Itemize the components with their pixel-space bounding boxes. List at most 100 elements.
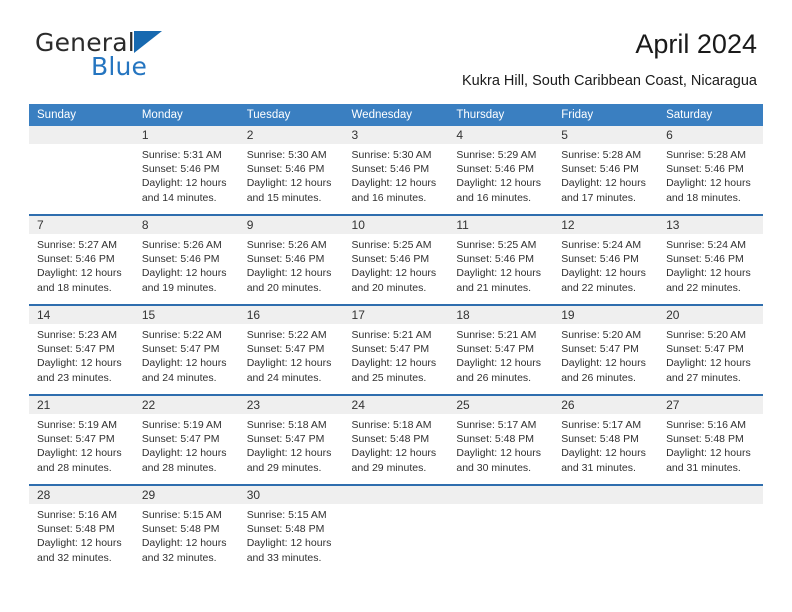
daylight-duration-line2: and 19 minutes.: [141, 281, 217, 294]
day-details: Sunrise: 5:19 AM Sunset: 5:47 PM Daylight:…: [29, 414, 134, 484]
calendar-day-cell-empty: [29, 126, 134, 215]
sunrise-time: Sunrise: 5:24 AM: [561, 239, 642, 251]
page-header: General Blue April 2024 Kukra Hill, Sout…: [35, 28, 757, 98]
calendar-day-cell[interactable]: 25 Sunrise: 5:17 AM Sunset: 5:48 PM Dayligh…: [448, 394, 554, 485]
sunrise-time: Sunrise: 5:31 AM: [141, 149, 222, 161]
calendar-day-cell[interactable]: 19 Sunrise: 5:20 AM Sunset: 5:47 PM Dayligh…: [553, 304, 659, 395]
sunrise-time: Sunrise: 5:21 AM: [351, 329, 432, 341]
sunrise-time: Sunrise: 5:29 AM: [456, 149, 537, 161]
sunset-time: Sunset: 5:46 PM: [246, 253, 325, 266]
day-details: Sunrise: 5:17 AM Sunset: 5:48 PM Daylight:…: [448, 414, 553, 484]
calendar-day-cell[interactable]: 2 Sunrise: 5:30 AM Sunset: 5:46 PM Daylight…: [238, 126, 344, 215]
day-details: Sunrise: 5:16 AM Sunset: 5:48 PM Daylight:…: [29, 504, 134, 574]
day-number: 6: [658, 126, 763, 144]
daylight-duration-line2: and 21 minutes.: [456, 281, 532, 294]
sunrise-time: Sunrise: 5:26 AM: [141, 239, 222, 251]
daylight-duration-line1: Daylight: 12 hours: [456, 177, 542, 190]
calendar-day-cell[interactable]: 1 Sunrise: 5:31 AM Sunset: 5:46 PM Daylight…: [133, 126, 239, 215]
daylight-duration-line1: Daylight: 12 hours: [246, 447, 332, 460]
day-details: Sunrise: 5:17 AM Sunset: 5:48 PM Daylight:…: [553, 414, 658, 484]
daylight-duration-line2: and 33 minutes.: [246, 551, 322, 564]
daylight-duration-line2: and 26 minutes.: [456, 371, 532, 384]
calendar-day-cell[interactable]: 28 Sunrise: 5:16 AM Sunset: 5:48 PM Dayligh…: [29, 484, 134, 574]
calendar-day-cell-empty: [448, 484, 554, 574]
daylight-duration-line1: Daylight: 12 hours: [351, 447, 437, 460]
calendar-week-row: 1 Sunrise: 5:31 AM Sunset: 5:46 PM Daylight…: [29, 126, 763, 215]
day-details: Sunrise: 5:16 AM Sunset: 5:48 PM Daylight:…: [658, 414, 763, 484]
sunset-time: Sunset: 5:47 PM: [666, 343, 744, 356]
day-details: Sunrise: 5:30 AM Sunset: 5:46 PM Daylight:…: [344, 144, 449, 214]
daylight-duration-line1: Daylight: 12 hours: [666, 357, 751, 370]
daylight-duration-line2: and 18 minutes.: [37, 281, 112, 294]
day-number: 15: [133, 306, 239, 324]
day-number: [29, 126, 134, 144]
day-details: [658, 504, 763, 574]
daylight-duration-line2: and 20 minutes.: [351, 281, 427, 294]
calendar-day-cell[interactable]: 26 Sunrise: 5:17 AM Sunset: 5:48 PM Dayligh…: [553, 394, 659, 485]
calendar-day-cell[interactable]: 14 Sunrise: 5:23 AM Sunset: 5:47 PM Dayligh…: [29, 304, 134, 395]
sunset-time: Sunset: 5:47 PM: [561, 343, 639, 356]
calendar-day-cell[interactable]: 5 Sunrise: 5:28 AM Sunset: 5:46 PM Daylight…: [553, 126, 659, 215]
sunrise-time: Sunrise: 5:18 AM: [246, 419, 327, 431]
calendar-day-cell[interactable]: 24 Sunrise: 5:18 AM Sunset: 5:48 PM Dayligh…: [343, 394, 449, 485]
calendar-day-cell[interactable]: 8 Sunrise: 5:26 AM Sunset: 5:46 PM Daylight…: [133, 214, 239, 305]
daylight-duration-line2: and 32 minutes.: [37, 551, 112, 564]
daylight-duration-line1: Daylight: 12 hours: [351, 177, 437, 190]
weekday-header-wednesday: Wednesday: [343, 104, 449, 126]
day-number: [448, 486, 554, 504]
sunset-time: Sunset: 5:48 PM: [246, 523, 325, 536]
day-number: 13: [658, 216, 763, 234]
day-details: Sunrise: 5:20 AM Sunset: 5:47 PM Daylight:…: [658, 324, 763, 394]
weekday-header-saturday: Saturday: [658, 104, 763, 126]
calendar-page: General Blue April 2024 Kukra Hill, Sout…: [0, 0, 792, 612]
day-details: Sunrise: 5:23 AM Sunset: 5:47 PM Daylight:…: [29, 324, 134, 394]
sunset-time: Sunset: 5:48 PM: [141, 523, 220, 536]
calendar-day-cell[interactable]: 22 Sunrise: 5:19 AM Sunset: 5:47 PM Dayligh…: [133, 394, 239, 485]
sunset-time: Sunset: 5:47 PM: [37, 343, 115, 356]
day-number: 5: [553, 126, 659, 144]
page-subtitle: Kukra Hill, South Caribbean Coast, Nicar…: [462, 73, 757, 89]
calendar-day-cell[interactable]: 4 Sunrise: 5:29 AM Sunset: 5:46 PM Daylight…: [448, 126, 554, 215]
daylight-duration-line2: and 16 minutes.: [351, 191, 427, 204]
daylight-duration-line1: Daylight: 12 hours: [141, 447, 227, 460]
page-title: April 2024: [635, 29, 757, 59]
day-details: Sunrise: 5:26 AM Sunset: 5:46 PM Daylight:…: [239, 234, 344, 304]
calendar-day-cell[interactable]: 3 Sunrise: 5:30 AM Sunset: 5:46 PM Daylight…: [343, 126, 449, 215]
calendar-day-cell[interactable]: 9 Sunrise: 5:26 AM Sunset: 5:46 PM Daylight…: [238, 214, 344, 305]
general-blue-logo[interactable]: General Blue: [35, 28, 185, 86]
calendar-day-cell[interactable]: 15 Sunrise: 5:22 AM Sunset: 5:47 PM Dayligh…: [133, 304, 239, 395]
calendar-day-cell[interactable]: 7 Sunrise: 5:27 AM Sunset: 5:46 PM Daylight…: [29, 214, 134, 305]
calendar-day-cell-empty: [553, 484, 659, 574]
sunset-time: Sunset: 5:48 PM: [37, 523, 115, 536]
calendar-day-cell[interactable]: 20 Sunrise: 5:20 AM Sunset: 5:47 PM Dayligh…: [658, 304, 763, 395]
calendar-day-cell[interactable]: 10 Sunrise: 5:25 AM Sunset: 5:46 PM Dayligh…: [343, 214, 449, 305]
calendar-day-cell[interactable]: 27 Sunrise: 5:16 AM Sunset: 5:48 PM Dayligh…: [658, 394, 763, 485]
daylight-duration-line2: and 23 minutes.: [37, 371, 112, 384]
daylight-duration-line1: Daylight: 12 hours: [37, 357, 122, 370]
title-block: April 2024 Kukra Hill, South Caribbean C…: [462, 28, 757, 90]
calendar-day-cell[interactable]: 12 Sunrise: 5:24 AM Sunset: 5:46 PM Dayligh…: [553, 214, 659, 305]
calendar-day-cell[interactable]: 13 Sunrise: 5:24 AM Sunset: 5:46 PM Dayligh…: [658, 214, 763, 305]
calendar-day-cell[interactable]: 18 Sunrise: 5:21 AM Sunset: 5:47 PM Dayligh…: [448, 304, 554, 395]
day-number: 12: [553, 216, 659, 234]
sunrise-time: Sunrise: 5:19 AM: [37, 419, 117, 431]
daylight-duration-line1: Daylight: 12 hours: [561, 267, 646, 280]
calendar-day-cell[interactable]: 23 Sunrise: 5:18 AM Sunset: 5:47 PM Dayligh…: [238, 394, 344, 485]
daylight-duration-line2: and 20 minutes.: [246, 281, 322, 294]
daylight-duration-line1: Daylight: 12 hours: [37, 537, 122, 550]
calendar-week-row: 28 Sunrise: 5:16 AM Sunset: 5:48 PM Dayligh…: [29, 484, 763, 574]
calendar-day-cell[interactable]: 30 Sunrise: 5:15 AM Sunset: 5:48 PM Dayligh…: [238, 484, 344, 574]
daylight-duration-line2: and 31 minutes.: [561, 461, 636, 474]
daylight-duration-line1: Daylight: 12 hours: [456, 357, 542, 370]
day-number: 14: [29, 306, 134, 324]
calendar-day-cell[interactable]: 17 Sunrise: 5:21 AM Sunset: 5:47 PM Dayligh…: [343, 304, 449, 395]
calendar-day-cell[interactable]: 16 Sunrise: 5:22 AM Sunset: 5:47 PM Dayligh…: [238, 304, 344, 395]
calendar-day-cell[interactable]: 21 Sunrise: 5:19 AM Sunset: 5:47 PM Dayligh…: [29, 394, 134, 485]
calendar-day-cell[interactable]: 29 Sunrise: 5:15 AM Sunset: 5:48 PM Dayligh…: [133, 484, 239, 574]
day-number: 7: [29, 216, 134, 234]
day-number: [553, 486, 659, 504]
calendar-day-cell[interactable]: 6 Sunrise: 5:28 AM Sunset: 5:46 PM Daylight…: [658, 126, 763, 215]
daylight-duration-line2: and 24 minutes.: [246, 371, 322, 384]
calendar-day-cell[interactable]: 11 Sunrise: 5:25 AM Sunset: 5:46 PM Dayligh…: [448, 214, 554, 305]
sunrise-time: Sunrise: 5:16 AM: [666, 419, 747, 431]
